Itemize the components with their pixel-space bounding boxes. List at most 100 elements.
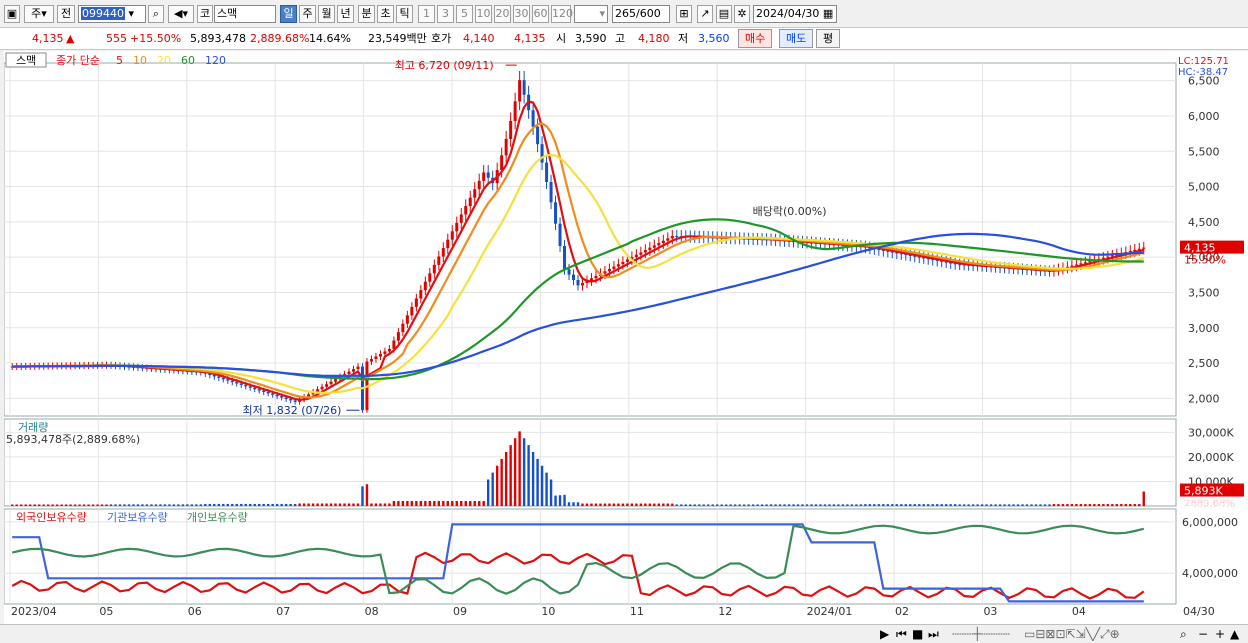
indicator-icon[interactable]: ↗ bbox=[697, 5, 713, 23]
volume-bar bbox=[760, 504, 764, 506]
search-icon[interactable]: ⌕ bbox=[148, 5, 164, 23]
stop-icon[interactable]: ■ bbox=[912, 627, 923, 641]
volume-bar bbox=[940, 504, 943, 506]
volume-bar bbox=[585, 503, 589, 506]
period-week-button[interactable]: 주 bbox=[299, 5, 316, 23]
volume-bar bbox=[994, 504, 997, 506]
toolbar-icons[interactable]: ▭⊟⊠⊡⇱⇲╲╱⤢⊕ bbox=[1024, 627, 1120, 641]
prev-button[interactable]: 전 bbox=[57, 5, 75, 23]
period-month-button[interactable]: 월 bbox=[318, 5, 335, 23]
volume-bar bbox=[1138, 504, 1141, 506]
price-tick-label: 2,500 bbox=[1188, 357, 1220, 370]
volume-current-tag: 5,893K bbox=[1184, 485, 1223, 498]
stock-name-field[interactable]: 스맥 bbox=[214, 5, 276, 23]
interval-dropdown[interactable]: ▾ bbox=[574, 5, 608, 23]
period-minute-button[interactable]: 분 bbox=[358, 5, 375, 23]
zoom-slider[interactable]: ┄┄┄┼┄┄┄┄ bbox=[952, 627, 1010, 641]
code-input[interactable]: 099440 ▾ bbox=[78, 5, 146, 23]
interval-10-button[interactable]: 10 bbox=[475, 5, 492, 23]
volume-bar bbox=[249, 503, 252, 506]
candle-body bbox=[450, 231, 454, 240]
volume-bar bbox=[823, 504, 827, 506]
high-label: 고 bbox=[615, 32, 626, 45]
volume-bar bbox=[873, 504, 876, 506]
interval-60-button[interactable]: 60 bbox=[532, 5, 549, 23]
time-tick-label: 03 bbox=[983, 605, 997, 618]
volume-bar bbox=[531, 452, 535, 506]
volume-bar bbox=[244, 503, 247, 506]
sell-button[interactable]: 매도 bbox=[779, 29, 814, 48]
period-day-button[interactable]: 일 bbox=[280, 5, 297, 23]
volume-bar bbox=[473, 501, 476, 506]
volume-bar bbox=[293, 503, 297, 506]
volume-bar bbox=[819, 504, 822, 506]
candle-body bbox=[257, 389, 261, 391]
interval-3-button[interactable]: 3 bbox=[437, 5, 454, 23]
period-tick-button[interactable]: 틱 bbox=[396, 5, 413, 23]
zoom-in-icon[interactable]: + bbox=[1215, 627, 1225, 641]
gear-icon[interactable]: ✲ bbox=[734, 5, 750, 23]
volume-bar bbox=[558, 495, 562, 506]
trade-amount: 23,549백만 bbox=[368, 32, 427, 45]
candle-body bbox=[369, 359, 373, 362]
scroll-last-icon[interactable]: ⏭ bbox=[928, 627, 939, 641]
volume-bar bbox=[895, 504, 898, 506]
interval-20-button[interactable]: 20 bbox=[494, 5, 511, 23]
period-second-button[interactable]: 초 bbox=[377, 5, 394, 23]
ma-legend-prefix: 종가 단순 bbox=[56, 54, 100, 67]
candle-body bbox=[634, 254, 638, 258]
volume-bar bbox=[855, 504, 858, 506]
volume-bar bbox=[96, 504, 99, 506]
market-select[interactable]: 주▾ bbox=[24, 5, 54, 23]
candle-type-icon[interactable]: ⊞ bbox=[676, 5, 692, 23]
volume-bar bbox=[900, 504, 903, 506]
candle-body bbox=[567, 269, 571, 275]
volume-pct: 2,889.68% bbox=[250, 32, 310, 45]
zoom-out-icon[interactable]: − bbox=[1198, 627, 1208, 641]
candle-body bbox=[648, 247, 652, 251]
high-price: 4,180 bbox=[638, 32, 670, 45]
interval-5-button[interactable]: 5 bbox=[456, 5, 473, 23]
avg-button[interactable]: 평 bbox=[816, 29, 841, 48]
expand-icon[interactable]: ▲ bbox=[1230, 627, 1239, 641]
date-field[interactable]: 2024/04/30 ▦ bbox=[753, 5, 837, 23]
candle-body bbox=[410, 306, 414, 316]
candle-body bbox=[468, 197, 472, 207]
volume-bar bbox=[316, 503, 319, 506]
volume-bar bbox=[733, 504, 737, 506]
candle-body bbox=[473, 189, 477, 198]
volume-bar bbox=[208, 503, 212, 506]
candle-body bbox=[580, 283, 584, 286]
volume-bar bbox=[1070, 504, 1074, 506]
period-year-button[interactable]: 년 bbox=[337, 5, 354, 23]
volume-bar bbox=[478, 501, 481, 506]
volume-bar bbox=[87, 504, 90, 506]
interval-30-button[interactable]: 30 bbox=[513, 5, 530, 23]
open-price: 3,590 bbox=[575, 32, 607, 45]
scroll-right-icon[interactable]: ▶ bbox=[880, 627, 889, 641]
hc-label: HC:-38.47 bbox=[1178, 67, 1228, 78]
volume-bar bbox=[42, 504, 45, 506]
scroll-first-icon[interactable]: ⏮ bbox=[896, 627, 907, 641]
lc-label: LC:125.71 bbox=[1178, 56, 1229, 67]
volume-bar bbox=[320, 503, 324, 506]
count-field[interactable]: 265/600 bbox=[612, 5, 670, 23]
volume-bar bbox=[864, 504, 867, 506]
volume-bar bbox=[145, 504, 149, 506]
ma-legend-120: 120 bbox=[205, 54, 226, 67]
zoom-icon[interactable]: ⌕ bbox=[1180, 627, 1187, 641]
speaker-icon[interactable]: ◀▾ bbox=[168, 5, 194, 23]
volume-bar bbox=[392, 501, 396, 506]
buy-button[interactable]: 매수 bbox=[738, 29, 773, 48]
volume-bar bbox=[451, 501, 454, 506]
save-icon[interactable]: ▤ bbox=[716, 5, 732, 23]
volume-bar bbox=[464, 501, 467, 506]
interval-120-button[interactable]: 120 bbox=[551, 5, 573, 23]
volume-bar bbox=[513, 438, 517, 506]
volume-bar bbox=[774, 504, 777, 506]
type-button[interactable]: 코 bbox=[197, 5, 213, 23]
stock-chart[interactable]: 2,0002,5003,0003,5004,0004,5005,0005,500… bbox=[4, 51, 1248, 624]
volume-bar bbox=[105, 504, 108, 506]
window-icon[interactable]: ▣ bbox=[4, 5, 20, 23]
interval-1-button[interactable]: 1 bbox=[418, 5, 435, 23]
